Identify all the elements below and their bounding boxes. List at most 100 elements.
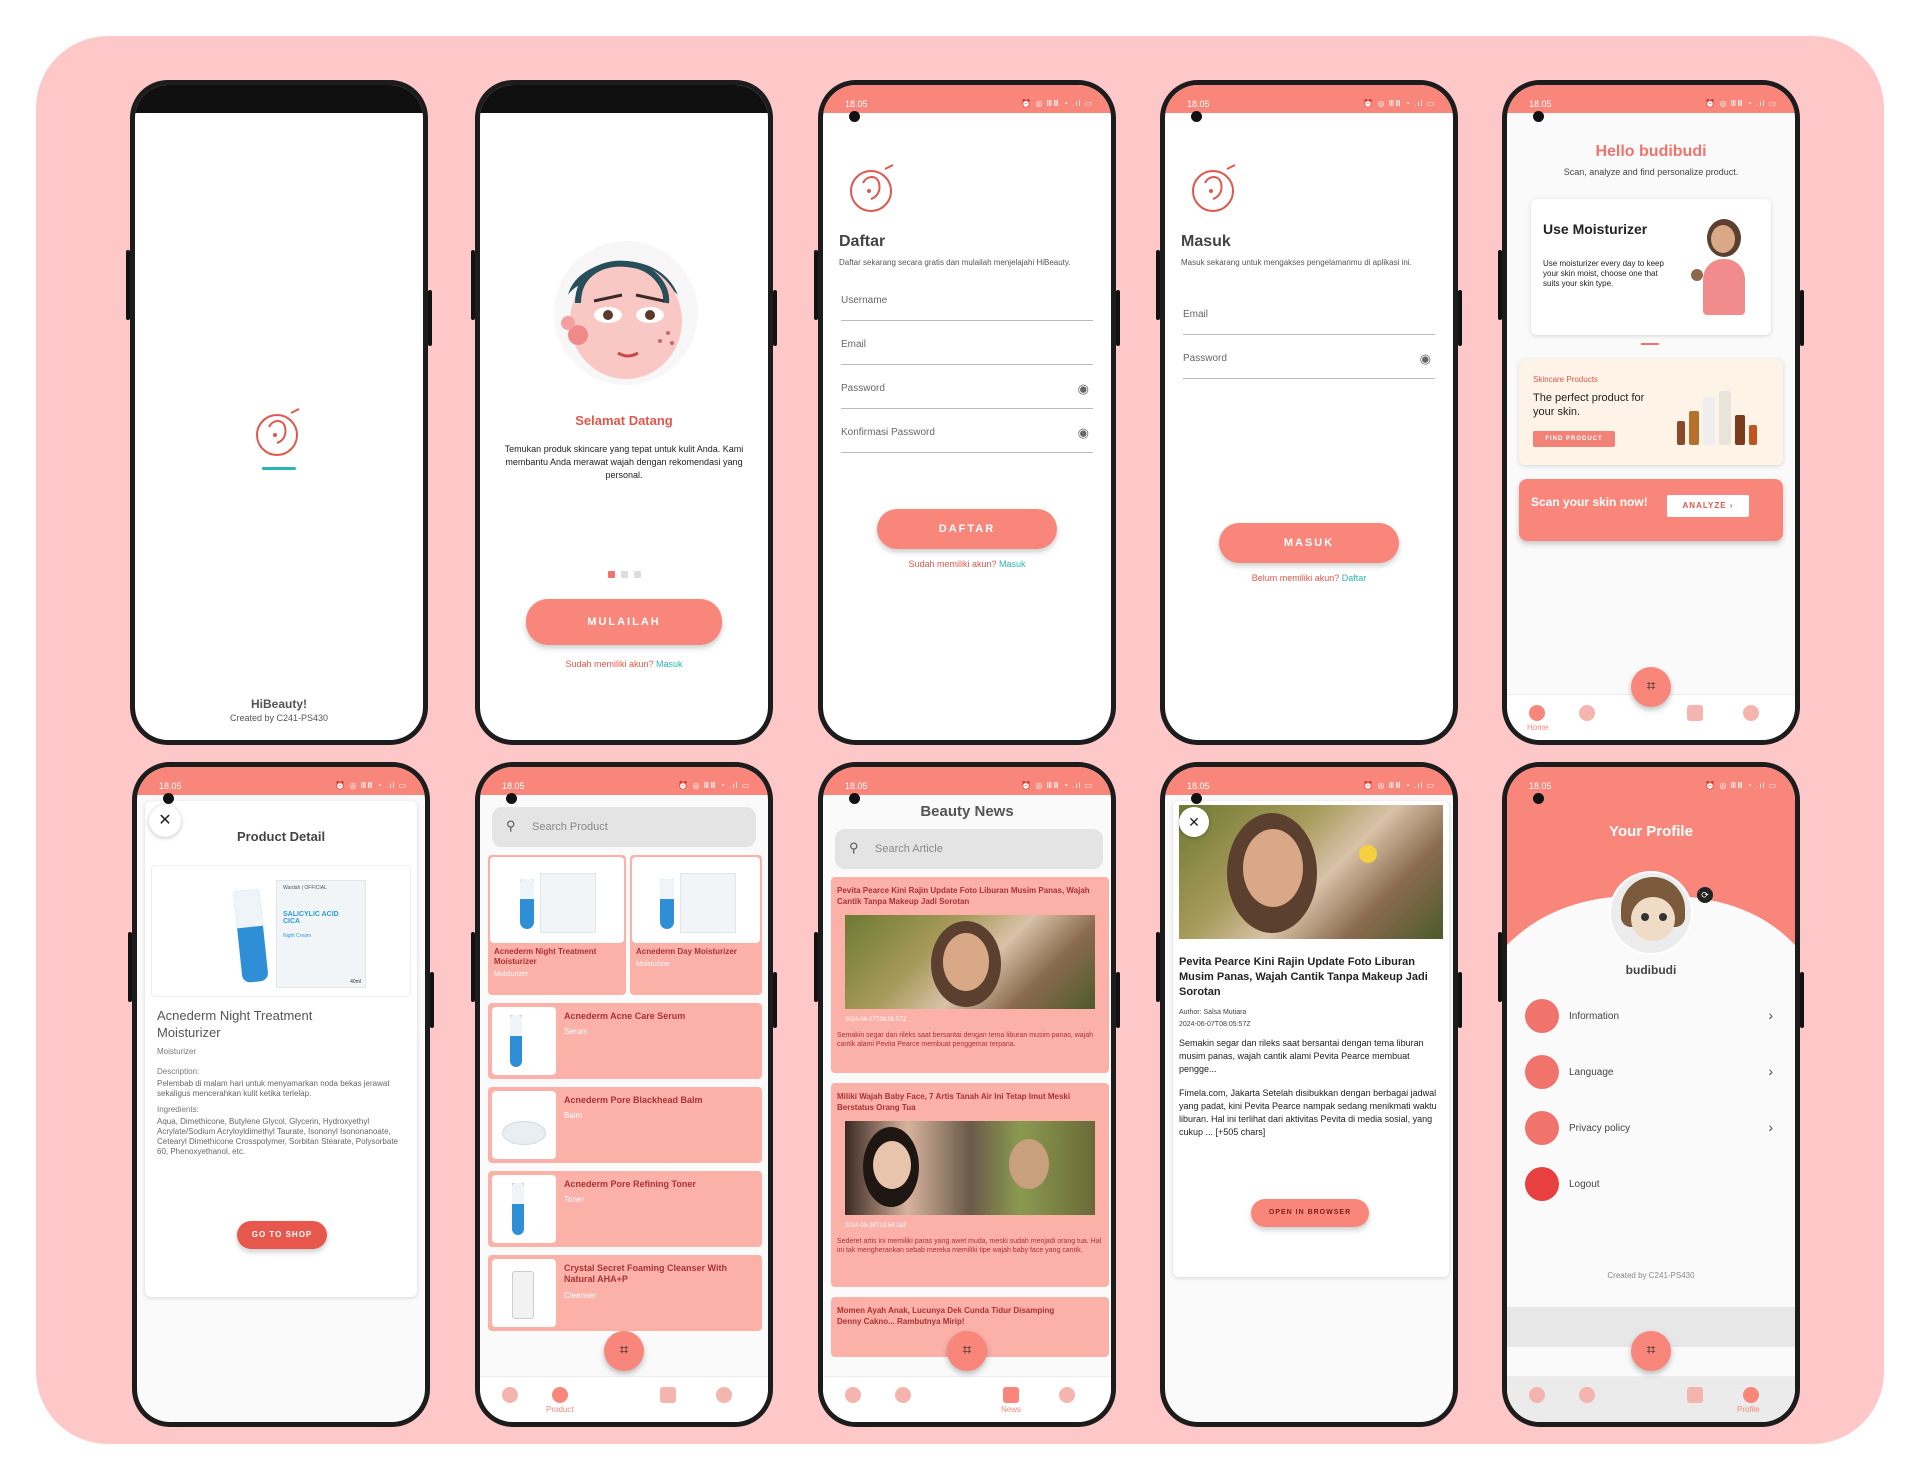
email-field[interactable]: Email: [1183, 309, 1435, 335]
product-icon[interactable]: [1579, 705, 1595, 721]
scan-fab-button[interactable]: ⌗: [947, 1331, 987, 1371]
status-time: 18.05: [845, 781, 868, 791]
nav-home-label[interactable]: Home: [1527, 723, 1548, 732]
eye-icon[interactable]: ◉: [1420, 351, 1431, 367]
article-date: 2024-06-07T08:05:57Z: [1179, 1021, 1251, 1028]
news-icon[interactable]: [1003, 1387, 1019, 1403]
chevron-right-icon: ›: [1768, 1007, 1773, 1023]
go-to-shop-button[interactable]: GO TO SHOP: [237, 1221, 327, 1249]
news-item-title: Momen Ayah Anak, Lucunya Dek Cunda Tidur…: [837, 1306, 1055, 1326]
menu-language[interactable]: Language ›: [1525, 1051, 1777, 1095]
product-list-item[interactable]: Acnederm Pore Blackhead Balm Balm: [488, 1087, 762, 1163]
scan-banner[interactable]: Scan your skin now! ANALYZE ›: [1519, 479, 1783, 541]
profile-icon[interactable]: [1743, 1387, 1759, 1403]
scan-fab-button[interactable]: ⌗: [1631, 667, 1671, 707]
status-bar: 18.05 ⏰ ◎ ⅢⅢ ◔ .ıl ▭: [1507, 85, 1795, 113]
nav-news-label[interactable]: News: [1001, 1405, 1021, 1414]
products-card[interactable]: Skincare Products The perfect product fo…: [1519, 359, 1783, 465]
menu-information[interactable]: Information ›: [1525, 995, 1777, 1039]
product-icon[interactable]: [895, 1387, 911, 1403]
status-icons: ⏰ ◎ ⅢⅢ ◔ .ıl ▭: [1363, 99, 1435, 108]
onboarding-body: Temukan produk skincare yang tepat untuk…: [504, 444, 744, 480]
scan-fab-button[interactable]: ⌗: [1631, 1331, 1671, 1371]
news-item-excerpt: Sederet artis ini memiliki paras yang aw…: [837, 1238, 1102, 1254]
bottom-nav: Product: [480, 1376, 768, 1422]
search-product-bar[interactable]: ⚲ Search Product: [492, 807, 756, 847]
product-detail-card: ✕ Product Detail Wardah | OFFICIAL SALIC…: [145, 801, 417, 1297]
product-image: Wardah | OFFICIAL SALICYLIC ACID CICA Ni…: [151, 865, 411, 997]
article-lead: Semakin segar dan rileks saat bersantai …: [1179, 1038, 1424, 1074]
product-list-name: Acnederm Pore Blackhead Balm: [564, 1095, 703, 1105]
login-prompt: Sudah memiliki akun? Masuk: [823, 559, 1111, 569]
status-icons: ⏰ ◎ ⅢⅢ ◔ .ıl ▭: [1363, 781, 1435, 790]
edit-avatar-icon[interactable]: ⟳: [1697, 887, 1713, 903]
product-grid-item[interactable]: Acnederm Night Treatment Moisturizer Moi…: [488, 855, 626, 995]
search-article-bar[interactable]: ⚲ Search Article: [835, 829, 1103, 869]
status-time: 18.05: [502, 781, 525, 791]
nav-product-label[interactable]: Product: [546, 1405, 574, 1414]
menu-logout[interactable]: Logout: [1525, 1163, 1777, 1207]
product-list-item[interactable]: Acnederm Acne Care Serum Serum: [488, 1003, 762, 1079]
avatar[interactable]: [1609, 871, 1693, 955]
profile-icon[interactable]: [1059, 1387, 1075, 1403]
page-dot[interactable]: [621, 571, 628, 578]
login-link[interactable]: Masuk: [999, 559, 1026, 569]
find-product-button[interactable]: FIND PRODUCT: [1533, 431, 1615, 447]
hibeauty-logo-icon: [1192, 164, 1236, 212]
login-button[interactable]: MASUK: [1219, 523, 1399, 563]
news-item[interactable]: Miliki Wajah Baby Face, 7 Artis Tanah Ai…: [831, 1083, 1109, 1287]
product-icon[interactable]: [1579, 1387, 1595, 1403]
product-thumb: [490, 857, 624, 943]
product-description: Pelembab di malam hari untuk menyamarkan…: [157, 1079, 390, 1098]
news-icon[interactable]: [1687, 705, 1703, 721]
email-field[interactable]: Email: [841, 339, 1093, 365]
app-name: HiBeauty!: [250, 697, 307, 711]
product-thumb: [632, 857, 760, 943]
confirm-password-field[interactable]: Konfirmasi Password ◉: [841, 425, 1093, 453]
status-bar: 18.05 ⏰ ◎ ⅢⅢ ◔ .ıl ▭: [137, 767, 425, 795]
news-icon[interactable]: [660, 1387, 676, 1403]
product-icon[interactable]: [552, 1387, 568, 1403]
analyze-button[interactable]: ANALYZE ›: [1667, 495, 1749, 517]
password-field[interactable]: Password ◉: [1183, 351, 1435, 379]
tip-card[interactable]: Use Moisturizer Use moisturizer every da…: [1531, 199, 1771, 335]
password-field[interactable]: Password ◉: [841, 381, 1093, 409]
product-grid-item[interactable]: Acnederm Day Moisturizer Moisturizer: [630, 855, 762, 995]
page-dot-active[interactable]: [608, 571, 615, 578]
nav-profile-label[interactable]: Profile: [1737, 1405, 1760, 1414]
product-list-item[interactable]: Crystal Secret Foaming Cleanser With Nat…: [488, 1255, 762, 1331]
home-icon[interactable]: [845, 1387, 861, 1403]
login-question: Sudah memiliki akun?: [565, 659, 654, 669]
profile-icon[interactable]: [1743, 705, 1759, 721]
page-dot[interactable]: [634, 571, 641, 578]
news-icon[interactable]: [1687, 1387, 1703, 1403]
news-item[interactable]: Pevita Pearce Kini Rajin Update Foto Lib…: [831, 877, 1109, 1073]
eye-icon[interactable]: ◉: [1078, 381, 1089, 397]
woman-illustration: [1691, 219, 1757, 323]
close-button[interactable]: ✕: [1179, 807, 1209, 837]
scan-fab-button[interactable]: ⌗: [604, 1331, 644, 1371]
username-field[interactable]: Username: [841, 295, 1093, 321]
status-bar: [480, 85, 768, 113]
eye-icon[interactable]: ◉: [1078, 425, 1089, 441]
phone-product-list: 18.05 ⏰ ◎ ⅢⅢ ◔ .ıl ▭ ⚲ Search Product Acn…: [471, 762, 777, 1427]
product-list-item[interactable]: Acnederm Pore Refining Toner Toner: [488, 1171, 762, 1247]
status-time: 18.05: [1529, 99, 1552, 109]
open-in-browser-button[interactable]: OPEN IN BROWSER: [1251, 1199, 1369, 1227]
news-item-excerpt: Semakin segar dan rileks saat bersantai …: [837, 1032, 1094, 1048]
ingredients-label: Ingredients:: [157, 1105, 199, 1114]
profile-icon[interactable]: [716, 1387, 732, 1403]
news-item-date: 2024-06-07T08:05:57Z: [845, 1017, 907, 1023]
status-time: 18.05: [159, 781, 182, 791]
home-icon[interactable]: [1529, 1387, 1545, 1403]
start-button[interactable]: MULAILAH: [526, 599, 722, 645]
menu-privacy-policy[interactable]: Privacy policy ›: [1525, 1107, 1777, 1151]
status-icons: ⏰ ◎ ⅢⅢ ◔ .ıl ▭: [1705, 99, 1777, 108]
privacy-icon: [1525, 1111, 1559, 1145]
status-bar: 18.05 ⏰ ◎ ⅢⅢ ◔ .ıl ▭: [823, 85, 1111, 113]
home-icon[interactable]: [502, 1387, 518, 1403]
home-icon[interactable]: [1529, 705, 1545, 721]
register-button[interactable]: DAFTAR: [877, 509, 1057, 549]
login-link[interactable]: Masuk: [656, 659, 683, 669]
register-link[interactable]: Daftar: [1342, 573, 1367, 583]
